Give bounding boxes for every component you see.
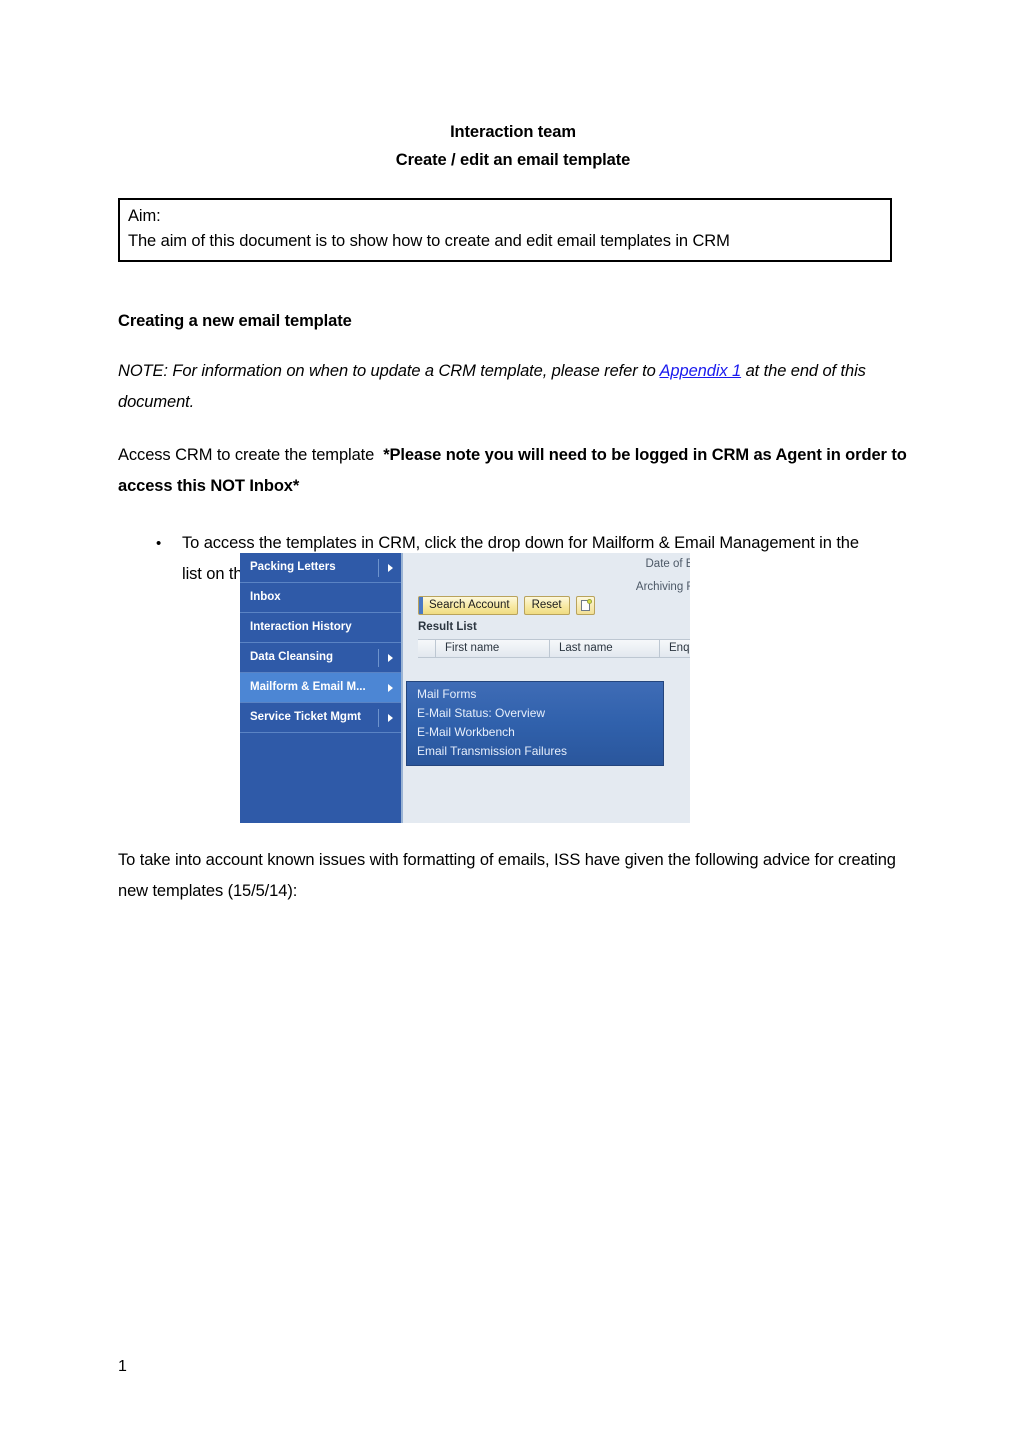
chevron-right-icon[interactable] [388, 553, 393, 582]
search-account-button[interactable]: Search Account [418, 596, 518, 615]
closing-paragraph-wrap: To take into account known issues with f… [118, 845, 908, 907]
nav-item-label: Inbox [250, 591, 281, 603]
page-number: 1 [118, 1358, 127, 1375]
nav-item-data-cleansing[interactable]: Data Cleansing [240, 643, 401, 673]
mailform-email-submenu: Mail Forms E-Mail Status: Overview E-Mai… [406, 681, 664, 766]
result-list-label: Result List [418, 621, 477, 633]
nav-divider [378, 709, 379, 727]
nav-item-inbox[interactable]: Inbox [240, 583, 401, 613]
appendix-1-link[interactable]: Appendix 1 [660, 362, 742, 380]
new-document-icon-button[interactable] [575, 596, 595, 615]
nav-item-mailform-email-management[interactable]: Mailform & Email M... [240, 673, 401, 703]
table-header-first-name[interactable]: First name [436, 640, 550, 657]
crm-button-row: Search Account Reset [418, 596, 595, 615]
chevron-right-icon[interactable] [388, 673, 393, 702]
document-page: Interaction team Create / edit an email … [0, 0, 1020, 1443]
bullet-marker-icon: • [156, 535, 162, 552]
nav-item-label: Data Cleansing [250, 651, 334, 663]
nav-empty-area [240, 763, 401, 823]
nav-divider [378, 649, 379, 667]
submenu-item-email-transmission-failures[interactable]: Email Transmission Failures [407, 742, 663, 761]
submenu-item-email-workbench[interactable]: E-Mail Workbench [407, 723, 663, 742]
archiving-flag-label: Archiving Fl [635, 581, 690, 593]
closing-paragraph: To take into account known issues with f… [118, 851, 896, 900]
nav-item-label: Packing Letters [250, 561, 336, 573]
table-header-enquiry[interactable]: Enq [660, 640, 690, 657]
nav-item-service-ticket-mgmt[interactable]: Service Ticket Mgmt [240, 703, 401, 733]
aim-text: The aim of this document is to show how … [128, 232, 730, 250]
nav-item-label: Interaction History [250, 621, 352, 633]
access-crm-plain-text: Access CRM to create the template [118, 446, 375, 464]
page-footer: 1 [118, 1357, 908, 1377]
note-paragraph: NOTE: For information on when to update … [118, 356, 908, 418]
doc-title-line-2: Create / edit an email template [395, 151, 631, 169]
date-of-birth-label: Date of Bi [645, 558, 691, 570]
submenu-item-mail-forms[interactable]: Mail Forms [407, 685, 663, 704]
reset-button[interactable]: Reset [523, 596, 570, 615]
crm-screenshot-image: Packing Letters Inbox Interaction Histor… [240, 553, 690, 823]
nav-item-label: Service Ticket Mgmt [250, 711, 362, 723]
note-text-before: NOTE: For information on when to update … [118, 362, 660, 380]
table-header-select-column [418, 640, 436, 657]
chevron-right-icon[interactable] [388, 703, 393, 732]
aim-label: Aim: [128, 207, 161, 225]
section-heading: Creating a new email template [118, 312, 352, 330]
nav-item-label: Mailform & Email M... [250, 681, 366, 693]
table-header-last-name[interactable]: Last name [550, 640, 660, 657]
new-badge-icon [586, 599, 592, 604]
nav-item-interaction-history[interactable]: Interaction History [240, 613, 401, 643]
chevron-right-icon[interactable] [388, 643, 393, 672]
doc-title-line-1: Interaction team [450, 123, 576, 141]
access-crm-paragraph: Access CRM to create the template *Pleas… [118, 440, 908, 502]
document-body: Interaction team Create / edit an email … [118, 118, 908, 590]
aim-box: Aim: The aim of this document is to show… [118, 198, 892, 262]
nav-item-packing-letters[interactable]: Packing Letters [240, 553, 401, 583]
nav-divider [378, 559, 379, 577]
crm-left-navigation: Packing Letters Inbox Interaction Histor… [240, 553, 403, 823]
submenu-item-email-status-overview[interactable]: E-Mail Status: Overview [407, 704, 663, 723]
result-list-table-header: First name Last name Enq [418, 639, 690, 658]
